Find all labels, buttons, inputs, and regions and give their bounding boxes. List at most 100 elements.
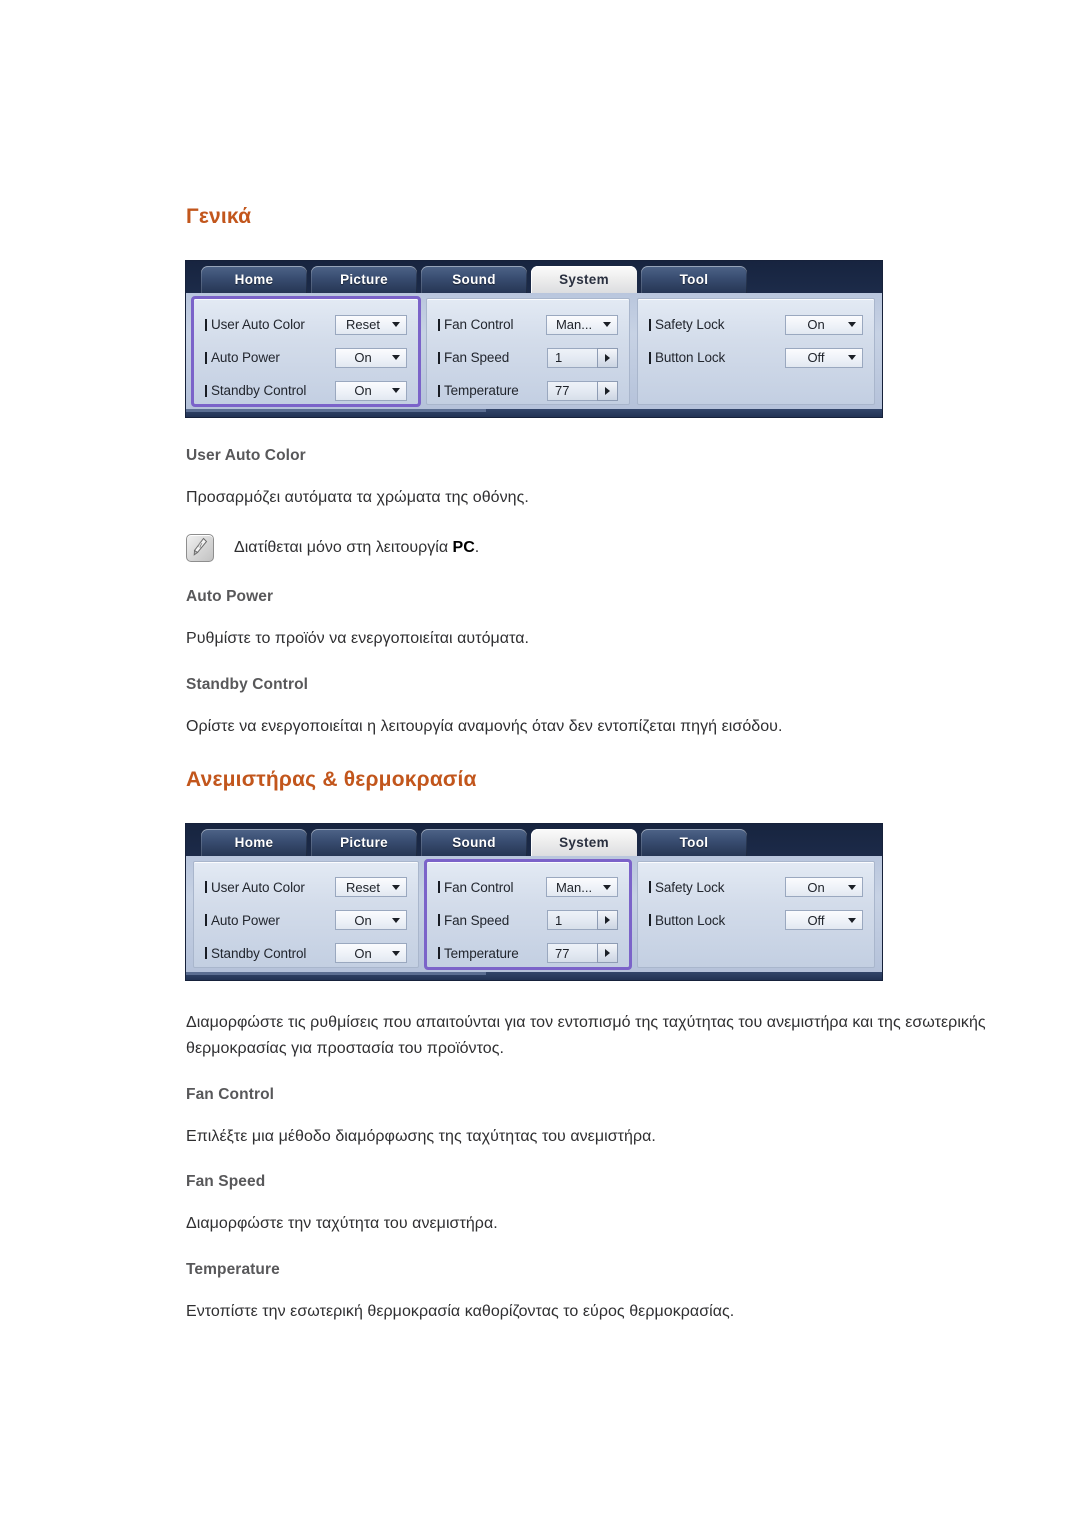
tab-home[interactable]: Home xyxy=(201,266,307,293)
label-button-lock: Button Lock xyxy=(649,350,785,365)
stepper-value: 1 xyxy=(547,347,597,368)
osd-body: User Auto Color Reset Auto Power On Stan… xyxy=(186,855,882,972)
select-standby-control[interactable]: On xyxy=(335,943,407,964)
subsection-title-fan-control: Fan Control xyxy=(186,1085,275,1103)
label-fan-speed: Fan Speed xyxy=(438,913,547,928)
chevron-down-icon xyxy=(603,322,611,327)
stepper-temperature[interactable]: 77 xyxy=(547,943,618,964)
tab-sound[interactable]: Sound xyxy=(421,266,527,293)
label-temperature: Temperature xyxy=(438,946,547,961)
label-standby-control: Standby Control xyxy=(205,383,335,398)
note-pc-only: Διατίθεται μόνο στη λειτουργία PC. xyxy=(186,533,1026,562)
stepper-fan-speed[interactable]: 1 xyxy=(547,347,618,368)
page-title-fan-temperature: Ανεμιστήρας & θερμοκρασία xyxy=(186,767,477,791)
stepper-increment-button[interactable] xyxy=(597,380,618,401)
bullet-bar-icon xyxy=(438,914,440,927)
arrow-right-icon xyxy=(605,386,610,395)
row-fan-speed: Fan Speed 1 xyxy=(438,904,618,937)
stepper-fan-speed[interactable]: 1 xyxy=(547,910,618,931)
chevron-down-icon xyxy=(848,917,856,923)
select-value: On xyxy=(354,945,372,961)
chevron-down-icon xyxy=(392,355,400,360)
select-value: On xyxy=(807,317,825,332)
body-fan-speed: Διαμορφώστε την ταχύτητα του ανεμιστήρα. xyxy=(186,1215,498,1233)
select-value: Man... xyxy=(555,317,593,332)
row-safety-lock: Safety Lock On xyxy=(649,871,863,904)
stepper-temperature[interactable]: 77 xyxy=(547,380,618,401)
label-safety-lock: Safety Lock xyxy=(649,880,785,895)
page-title-general: Γενικά xyxy=(186,205,252,228)
select-fan-control[interactable]: Man... xyxy=(546,314,618,335)
select-button-lock[interactable]: Off xyxy=(785,347,863,368)
row-button-lock: Button Lock Off xyxy=(649,904,863,937)
row-auto-power: Auto Power On xyxy=(205,341,407,374)
select-auto-power[interactable]: On xyxy=(335,910,407,931)
select-value: Off xyxy=(807,350,825,365)
row-fan-speed: Fan Speed 1 xyxy=(438,341,618,374)
subsection-title-user-auto-color: User Auto Color xyxy=(186,447,306,464)
arrow-right-icon xyxy=(605,916,610,925)
tab-tool[interactable]: Tool xyxy=(641,266,747,293)
note-text: Διατίθεται μόνο στη λειτουργία PC. xyxy=(234,538,480,556)
chevron-down-icon xyxy=(603,884,611,890)
label-fan-speed: Fan Speed xyxy=(438,350,547,365)
chevron-down-icon xyxy=(848,322,856,327)
label-temperature: Temperature xyxy=(438,383,547,398)
bullet-bar-icon xyxy=(205,881,207,894)
subsection-title-standby-control: Standby Control xyxy=(186,675,309,693)
tab-picture[interactable]: Picture xyxy=(311,828,417,856)
bullet-bar-icon xyxy=(205,914,207,927)
arrow-right-icon xyxy=(605,353,610,362)
select-value: Off xyxy=(807,912,825,928)
osd-screenshot-general: Home Picture Sound System Tool User Auto… xyxy=(186,261,882,417)
bullet-bar-icon xyxy=(205,318,207,331)
row-fan-control: Fan Control Man... xyxy=(438,308,618,341)
select-value: Reset xyxy=(346,317,380,332)
bullet-bar-icon xyxy=(205,947,207,960)
select-user-auto-color[interactable]: Reset xyxy=(335,314,407,335)
bullet-bar-icon xyxy=(438,947,440,960)
row-temperature: Temperature 77 xyxy=(438,374,618,407)
row-temperature: Temperature 77 xyxy=(438,937,618,970)
tab-tool[interactable]: Tool xyxy=(641,828,747,856)
label-user-auto-color: User Auto Color xyxy=(205,880,335,895)
chevron-down-icon xyxy=(848,884,856,890)
document-page: Γενικά Home Picture Sound System Tool Us… xyxy=(0,0,1080,1527)
note-pencil-icon xyxy=(186,533,214,562)
tab-sound[interactable]: Sound xyxy=(421,828,527,856)
osd-body: User Auto Color Reset Auto Power On Stan… xyxy=(186,293,882,409)
stepper-increment-button[interactable] xyxy=(597,910,618,931)
select-fan-control[interactable]: Man... xyxy=(546,877,618,898)
tab-system[interactable]: System xyxy=(531,266,637,293)
row-user-auto-color: User Auto Color Reset xyxy=(205,871,407,904)
row-standby-control: Standby Control On xyxy=(205,374,407,407)
select-safety-lock[interactable]: On xyxy=(785,877,863,898)
label-auto-power: Auto Power xyxy=(205,913,335,928)
subsection-title-temperature: Temperature xyxy=(186,1261,280,1279)
row-user-auto-color: User Auto Color Reset xyxy=(205,308,407,341)
select-standby-control[interactable]: On xyxy=(335,380,407,401)
select-user-auto-color[interactable]: Reset xyxy=(335,877,407,898)
chevron-down-icon xyxy=(392,388,400,393)
stepper-increment-button[interactable] xyxy=(597,347,618,368)
page-content: Γενικά Home Picture Sound System Tool Us… xyxy=(186,205,1026,1349)
stepper-value: 1 xyxy=(547,910,597,931)
tab-home[interactable]: Home xyxy=(201,828,307,856)
select-auto-power[interactable]: On xyxy=(335,347,407,368)
label-fan-control: Fan Control xyxy=(438,317,546,332)
chevron-down-icon xyxy=(848,355,856,360)
select-value: On xyxy=(354,383,372,398)
select-safety-lock[interactable]: On xyxy=(785,314,863,335)
label-standby-control: Standby Control xyxy=(205,946,335,961)
body-standby-control: Ορίστε να ενεργοποιείται η λειτουργία αν… xyxy=(186,717,783,735)
stepper-increment-button[interactable] xyxy=(597,943,618,964)
body-auto-power: Ρυθμίστε το προϊόν να ενεργοποιείται αυτ… xyxy=(186,629,530,647)
osd-tabbar: Home Picture Sound System Tool xyxy=(186,824,882,856)
tab-system[interactable]: System xyxy=(531,828,637,856)
tab-picture[interactable]: Picture xyxy=(311,266,417,293)
select-button-lock[interactable]: Off xyxy=(785,910,863,931)
select-value: Reset xyxy=(346,879,380,895)
osd-group-fan-temperature: Fan Control Man... Fan Speed 1 Temperatu… xyxy=(424,858,632,970)
label-safety-lock: Safety Lock xyxy=(649,317,785,332)
body-user-auto-color: Προσαρμόζει αυτόματα τα χρώματα της οθόν… xyxy=(186,489,529,506)
